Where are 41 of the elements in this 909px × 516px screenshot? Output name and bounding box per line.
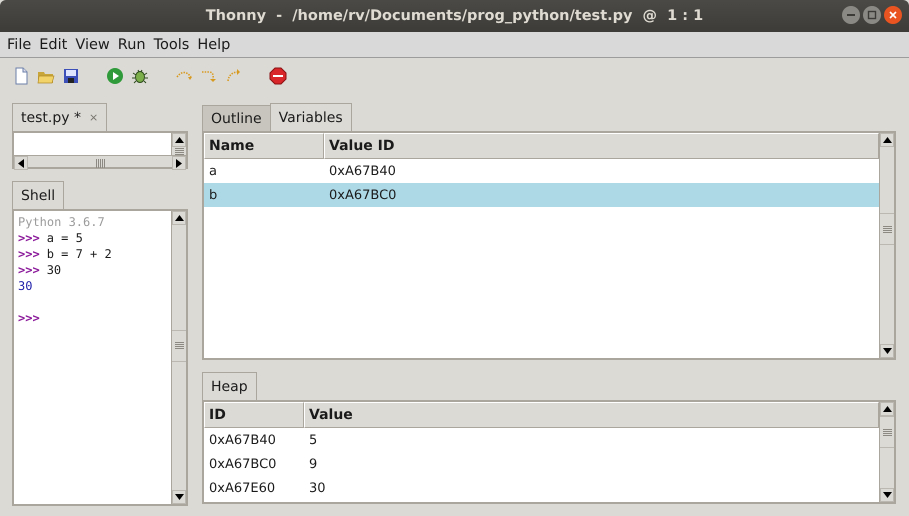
shell-line: a = 5 xyxy=(46,231,83,245)
table-cell-text: 0xA67B40 xyxy=(328,164,396,178)
column-header[interactable]: Name xyxy=(204,133,324,159)
table-cell-text: b xyxy=(208,188,218,202)
panel-tab[interactable]: Variables xyxy=(270,103,352,131)
table-row[interactable]: 0xA67BC0 9 xyxy=(204,452,879,476)
table-cell-text: a xyxy=(208,164,218,178)
table-cell-text: 5 xyxy=(308,432,318,448)
shell-console[interactable]: Python 3.6.7 >>> a = 5 >>> b = 7 + 2 >>> 30 30 >>> xyxy=(14,211,171,504)
table-cell-text: 30 xyxy=(308,480,326,496)
shell-line: 30 xyxy=(46,263,62,277)
table-cell-text: 0xA67BC0 xyxy=(208,456,278,472)
table-row[interactable]: 0xA67E60 30 xyxy=(204,476,879,500)
menu-item[interactable]: Run xyxy=(114,36,150,52)
shell-prompt: >>> xyxy=(18,231,40,245)
table-cell-text: 9 xyxy=(308,456,318,472)
column-header[interactable]: Value xyxy=(304,402,879,428)
shell-prompt: >>> xyxy=(18,311,40,325)
menu-item[interactable]: View xyxy=(71,36,114,52)
menu-item[interactable]: Tools xyxy=(150,36,194,52)
column-header[interactable]: Value ID xyxy=(324,133,879,159)
table-row[interactable]: a 0xA67B40 xyxy=(204,159,879,183)
shell-prompt: >>> xyxy=(18,247,40,261)
table-row[interactable]: b 0xA67BC0 xyxy=(204,183,879,207)
window-title: Thonny - /home/rv/Documents/prog_python/test.py @ 1 : 1 xyxy=(206,8,704,24)
shell-line: 30 xyxy=(18,278,34,294)
panel-tab[interactable]: Heap xyxy=(202,372,257,400)
panel-tab[interactable]: test.py * × xyxy=(12,103,108,131)
shell-line: b = 7 + 2 xyxy=(46,247,112,261)
shell-line: Python 3.6.7 xyxy=(18,214,106,230)
table-row[interactable]: 0xA67B40 5 xyxy=(204,428,879,452)
table-cell-text: 0xA67E60 xyxy=(208,480,276,496)
table-cell-text: 0xA67B40 xyxy=(208,432,277,448)
menu-item[interactable]: Help xyxy=(193,36,234,52)
menu-item[interactable]: Edit xyxy=(35,36,72,52)
shell-prompt: >>> xyxy=(18,263,40,277)
column-header[interactable]: ID xyxy=(204,402,304,428)
panel-tab[interactable]: Outline xyxy=(202,105,271,131)
menu-item[interactable]: File xyxy=(3,36,36,52)
table-cell-text: 0xA67BC0 xyxy=(328,188,396,202)
panel-tab[interactable]: Shell xyxy=(12,181,64,209)
